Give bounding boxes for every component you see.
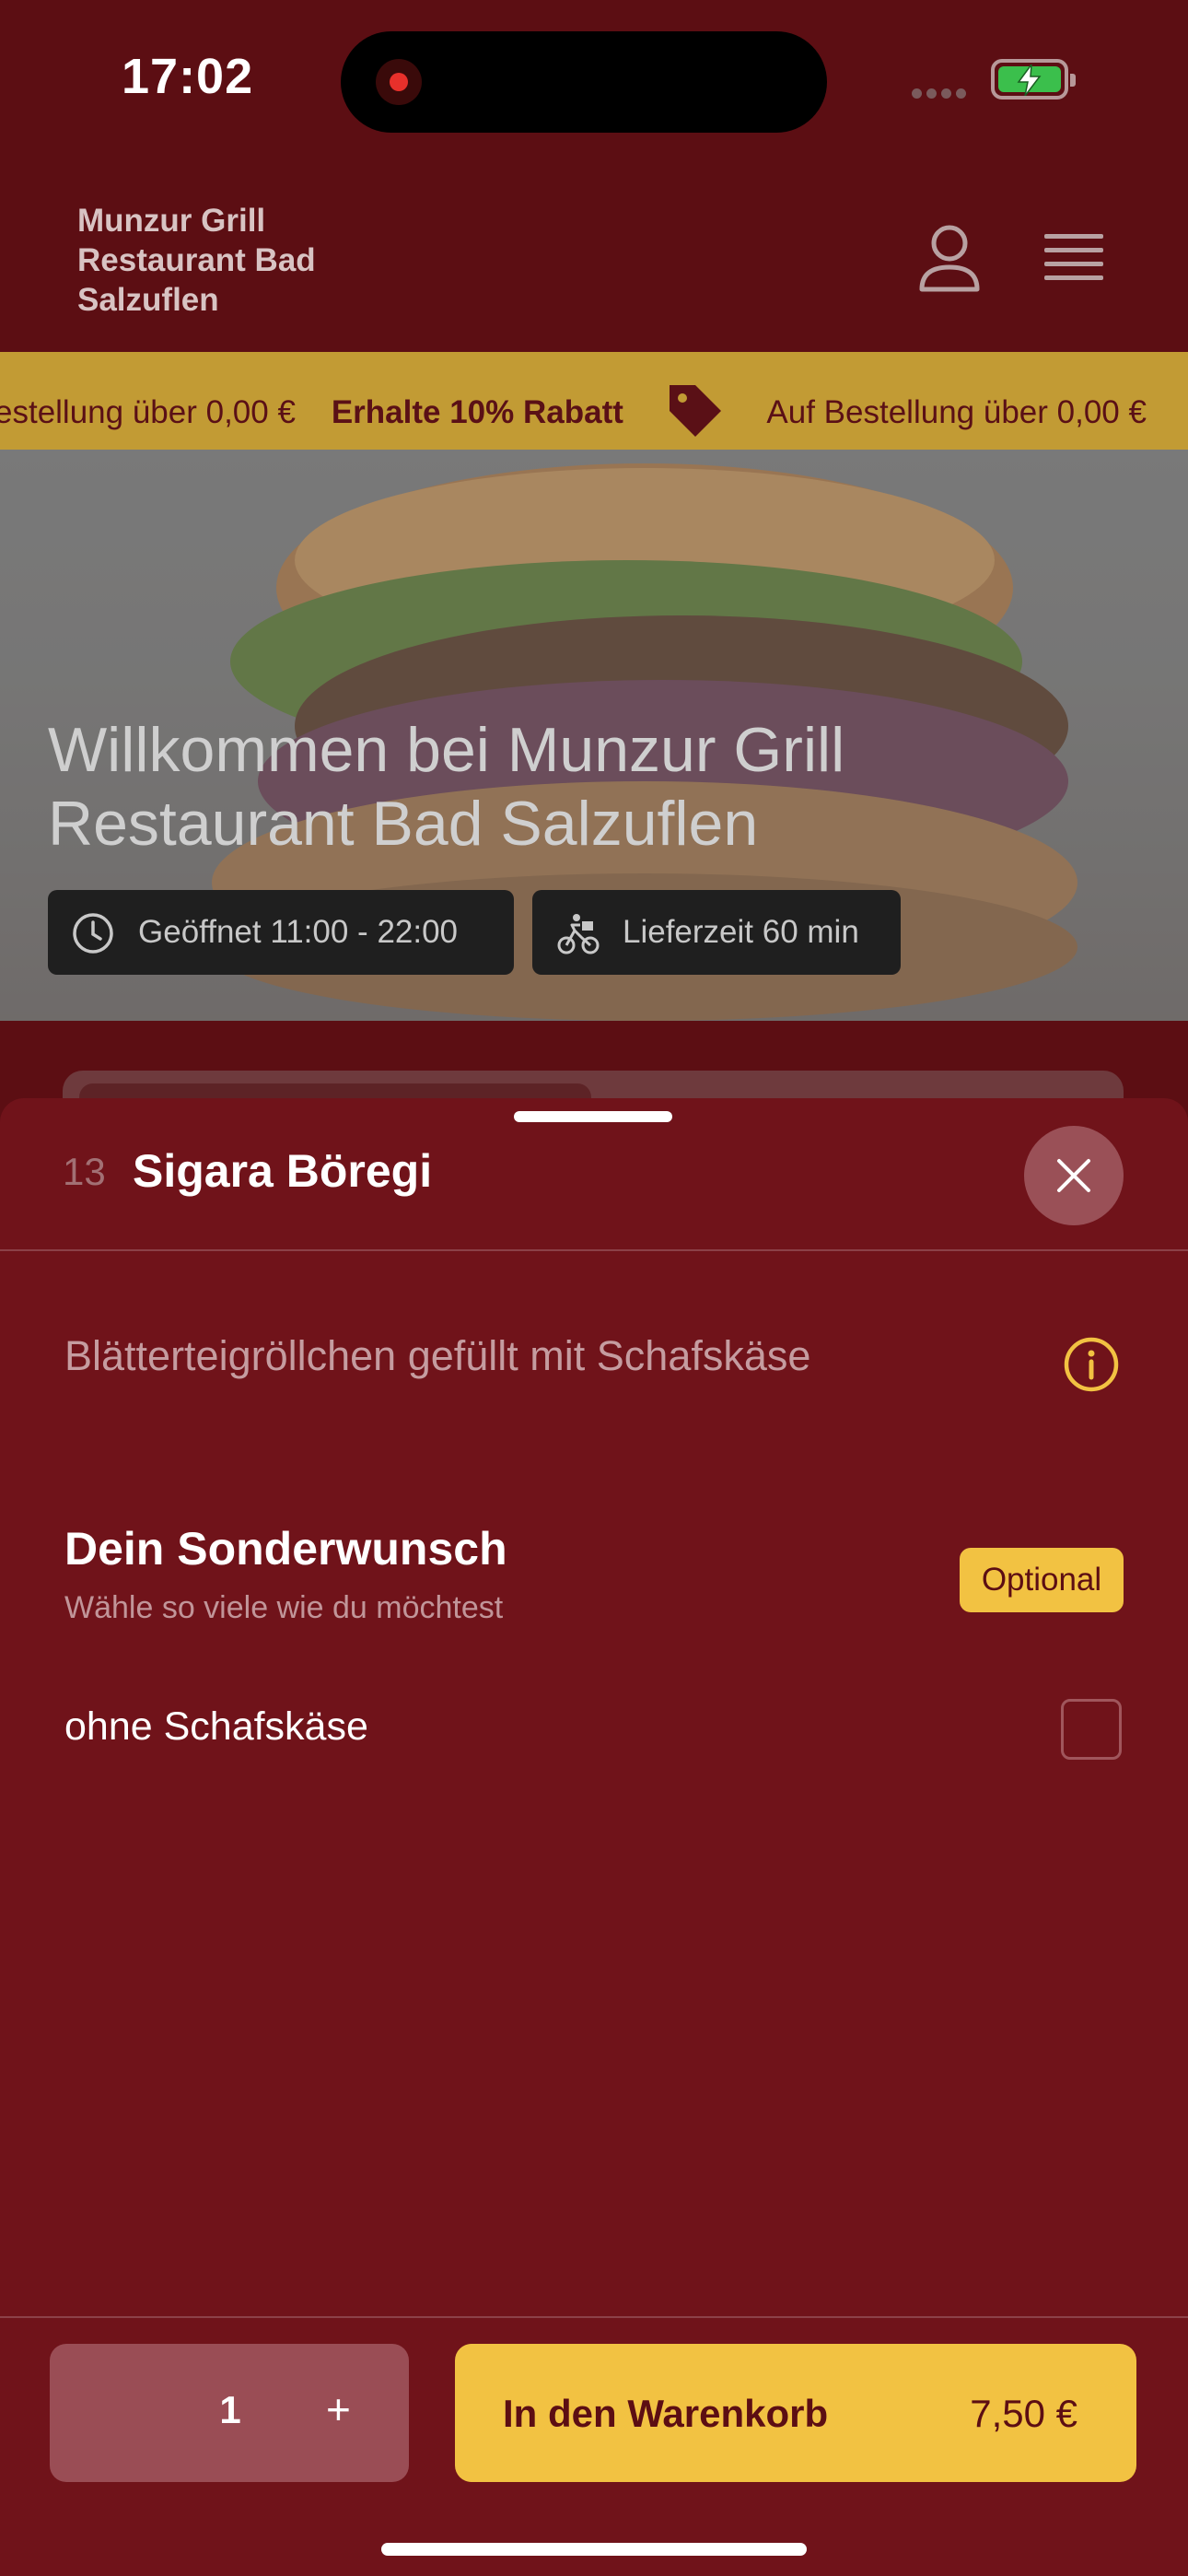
quantity-stepper[interactable]: 1 + bbox=[50, 2344, 409, 2482]
quantity-plus-button[interactable]: + bbox=[326, 2384, 351, 2434]
bicycle-courier-icon bbox=[557, 914, 600, 954]
bottom-bar-divider bbox=[0, 2316, 1188, 2318]
item-description: Blätterteigröllchen gefüllt mit Schafskä… bbox=[64, 1332, 811, 1379]
divider bbox=[0, 1249, 1188, 1251]
add-to-cart-button[interactable]: In den Warenkorb 7,50 € bbox=[455, 2344, 1136, 2482]
recording-indicator-icon bbox=[376, 59, 422, 105]
hamburger-menu-icon[interactable] bbox=[1044, 234, 1103, 282]
sheet-grabber[interactable] bbox=[514, 1111, 672, 1122]
restaurant-brand[interactable]: Munzur Grill Restaurant Bad Salzuflen bbox=[77, 201, 372, 320]
dynamic-island bbox=[341, 31, 827, 133]
hero-banner: Willkommen bei Munzur Grill Restaurant B… bbox=[0, 450, 1188, 1021]
promo-ticker: estellung über 0,00 € Erhalte 10% Rabatt… bbox=[0, 352, 1188, 450]
option-checkbox[interactable] bbox=[1061, 1699, 1122, 1760]
info-icon[interactable] bbox=[1063, 1336, 1120, 1393]
close-icon bbox=[1057, 1159, 1090, 1192]
delivery-time-text: Lieferzeit 60 min bbox=[623, 914, 859, 950]
option-label[interactable]: ohne Schafskäse bbox=[64, 1704, 368, 1750]
promo-text: Auf Bestellung über 0,00 € bbox=[766, 393, 1147, 430]
add-to-cart-price: 7,50 € bbox=[970, 2392, 1077, 2435]
battery-charging-icon bbox=[991, 59, 1076, 100]
user-account-icon[interactable] bbox=[917, 223, 982, 293]
promo-text: estellung über 0,00 € bbox=[0, 393, 296, 430]
status-time: 17:02 bbox=[122, 49, 254, 104]
quantity-value: 1 bbox=[219, 2388, 241, 2431]
price-tag-icon bbox=[664, 380, 725, 449]
add-to-cart-label: In den Warenkorb bbox=[503, 2392, 829, 2435]
delivery-time-badge: Lieferzeit 60 min bbox=[532, 890, 901, 975]
home-indicator[interactable] bbox=[381, 2543, 807, 2556]
opening-hours-badge: Geöffnet 11:00 - 22:00 bbox=[48, 890, 514, 975]
clock-icon bbox=[73, 913, 113, 954]
optional-badge: Optional bbox=[960, 1548, 1124, 1612]
signal-icon bbox=[912, 87, 971, 99]
options-section-title: Dein Sonderwunsch bbox=[64, 1523, 507, 1575]
hero-title: Willkommen bei Munzur Grill Restaurant B… bbox=[48, 715, 845, 859]
item-number: 13 bbox=[63, 1150, 106, 1193]
promo-discount: Erhalte 10% Rabatt bbox=[331, 393, 623, 430]
opening-hours-text: Geöffnet 11:00 - 22:00 bbox=[138, 914, 459, 950]
options-section-subtitle: Wähle so viele wie du möchtest bbox=[64, 1590, 504, 1625]
close-button[interactable] bbox=[1024, 1126, 1124, 1225]
item-title: Sigara Böregi bbox=[133, 1145, 433, 1197]
